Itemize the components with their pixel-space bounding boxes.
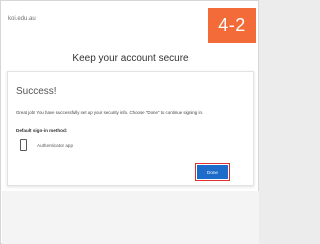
success-card: Success! Great job! You have successfull…	[7, 71, 254, 186]
domain-label: koi.edu.au	[8, 16, 36, 22]
window-frame: koi.edu.au 4-2 Keep your account secure …	[0, 0, 259, 244]
phone-icon	[20, 139, 27, 151]
page-title: Keep your account secure	[72, 53, 189, 64]
success-message: Great job! You have successfully set up …	[16, 110, 204, 115]
step-badge: 4-2	[208, 8, 256, 43]
card-title: Success!	[16, 86, 57, 97]
default-method-row: Authenticator app	[20, 139, 73, 151]
method-label: Authenticator app	[37, 142, 74, 148]
background-area	[2, 191, 259, 244]
done-button[interactable]: Done	[194, 162, 231, 182]
default-method-label: Default sign-in method:	[16, 128, 68, 133]
